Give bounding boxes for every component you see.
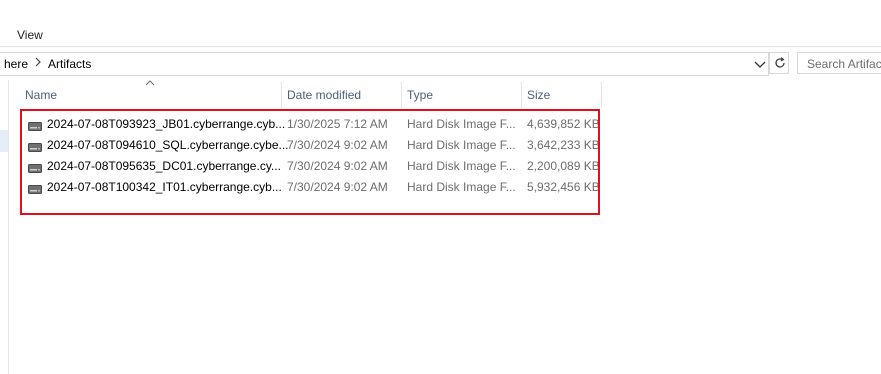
refresh-button[interactable]	[769, 52, 789, 74]
column-header-name[interactable]: Name	[17, 82, 281, 108]
refresh-icon	[773, 56, 787, 73]
ribbon-tab-view[interactable]: View	[17, 28, 43, 42]
annotation-highlight-box	[20, 109, 600, 215]
search-placeholder: Search Artifacts	[807, 57, 881, 71]
chevron-right-icon[interactable]	[34, 57, 42, 70]
column-header-type[interactable]: Type	[399, 82, 519, 108]
breadcrumb-item[interactable]: here	[4, 57, 28, 71]
ribbon: View	[0, 0, 881, 47]
chevron-down-icon[interactable]	[752, 56, 768, 72]
address-bar[interactable]: here Artifacts	[0, 52, 769, 76]
column-header-date[interactable]: Date modified	[279, 82, 399, 108]
column-header-size[interactable]: Size	[519, 82, 599, 108]
navigation-pane[interactable]	[0, 80, 9, 374]
search-box[interactable]: Search Artifacts	[797, 52, 881, 74]
column-headers: Name Date modified Type Size	[17, 80, 607, 110]
address-row: here Artifacts Search Artifacts	[0, 52, 881, 76]
breadcrumb-item[interactable]: Artifacts	[48, 57, 91, 71]
navigation-pane-selected[interactable]	[0, 130, 8, 152]
column-divider[interactable]	[601, 82, 602, 108]
